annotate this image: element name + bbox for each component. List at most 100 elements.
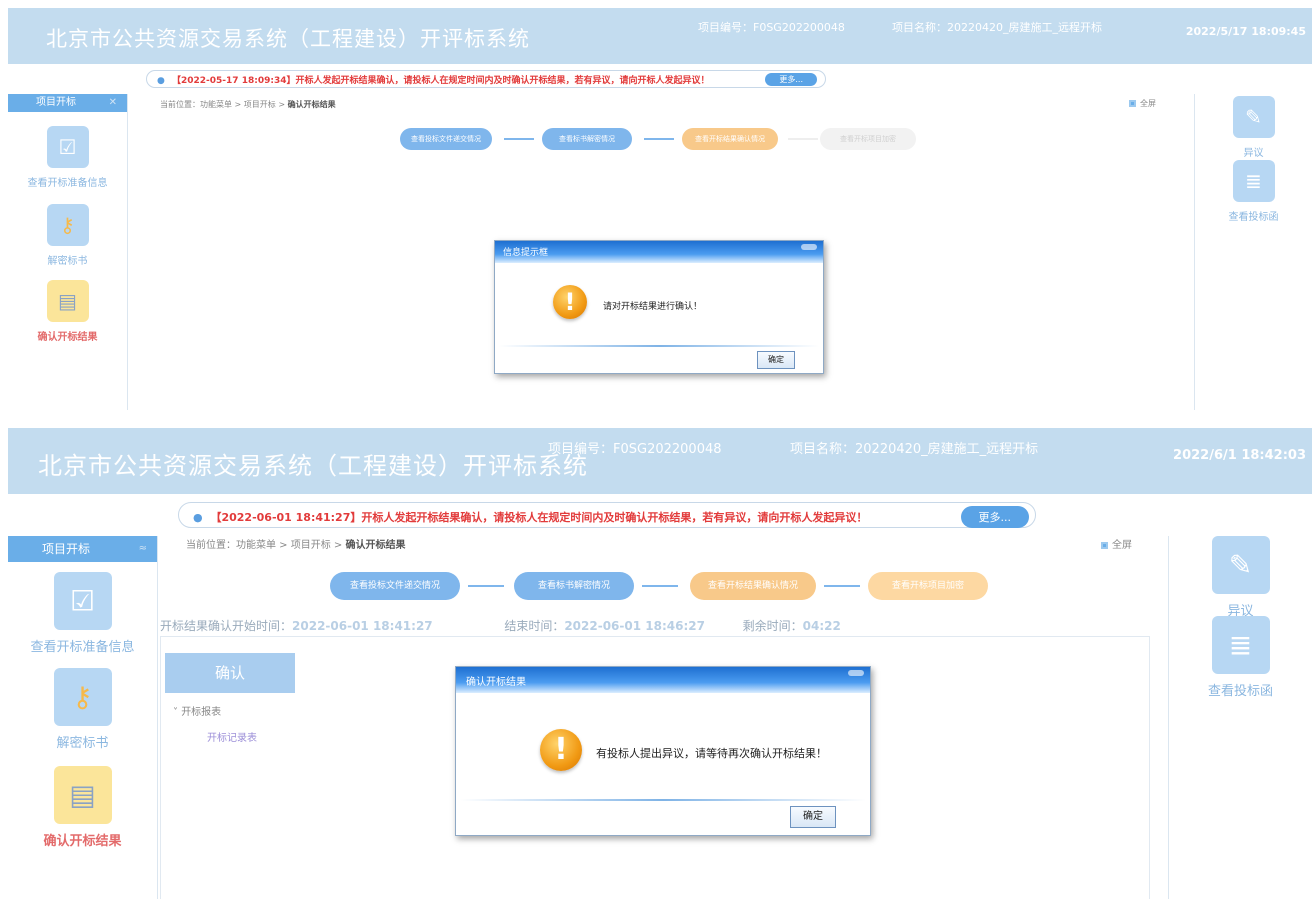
step-confirm[interactable]: 查看开标结果确认情况 (682, 128, 778, 150)
right-nav-objection[interactable]: ✎ 异议 (1195, 96, 1312, 159)
checklist-icon: ☑ (46, 126, 89, 168)
end-value: 2022-06-01 18:46:27 (564, 619, 705, 633)
step-encrypt[interactable]: 查看开标项目加密 (820, 128, 916, 150)
right-nav-label: 异议 (1243, 148, 1264, 159)
nav-item-label: 查看开标准备信息 (27, 178, 108, 189)
ok-button[interactable]: 确定 (790, 806, 836, 828)
step-connector (644, 138, 674, 140)
step-decrypt[interactable]: 查看标书解密情况 (542, 128, 632, 150)
fullscreen-icon (1128, 99, 1137, 108)
nav-item-prepare-info[interactable]: ☑ 查看开标准备信息 (8, 126, 127, 189)
system-title: 北京市公共资源交易系统（工程建设）开评标系统 (46, 27, 530, 51)
step-confirm[interactable]: 查看开标结果确认情况 (690, 572, 816, 600)
nav-item-label: 解密标书 (47, 256, 88, 267)
breadcrumb-current: 确认开标结果 (345, 540, 406, 551)
close-icon[interactable] (801, 244, 817, 250)
step-connector (504, 138, 534, 140)
project-name: 项目名称：20220420_房建施工_远程开标 (892, 21, 1102, 34)
step-encrypt[interactable]: 查看开标项目加密 (868, 572, 988, 600)
dialog-title: 确认开标结果 (456, 667, 870, 693)
clock: 2022/5/17 18:09:45 (1185, 25, 1306, 38)
nav-item-confirm-result[interactable]: ▤ 确认开标结果 (8, 280, 127, 343)
notice-text: 【2022-05-17 18:09:34】开标人发起开标结果确认，请投标人在规定… (172, 76, 710, 86)
step-progress: 查看投标文件递交情况 查看标书解密情况 查看开标结果确认情况 查看开标项目加密 (330, 572, 1030, 600)
right-nav-label: 查看投标函 (1228, 212, 1279, 223)
left-nav: 项目开标 ≈ ☑ 查看开标准备信息 ⚷ 解密标书 ▤ 确认开标结果 (8, 536, 158, 899)
tree-leaf-record[interactable]: 开标记录表 (207, 729, 257, 744)
breadcrumb-path: 当前位置：功能菜单 > 项目开标 > (186, 540, 346, 551)
notice-bar: ● 【2022-05-17 18:09:34】开标人发起开标结果确认，请投标人在… (146, 70, 826, 88)
right-nav: ✎ 异议 ≣ 查看投标函 (1194, 94, 1312, 410)
nav-item-decrypt[interactable]: ⚷ 解密标书 (8, 668, 157, 751)
step-submission[interactable]: 查看投标文件递交情况 (330, 572, 460, 600)
dialog-message: 有投标人提出异议，请等待再次确认开标结果！ (596, 747, 827, 760)
screenshot-2-body: ● 【2022-06-01 18:41:27】开标人发起开标结果确认，请投标人在… (0, 418, 1312, 899)
tree-node-report[interactable]: ˅ 开标报表 (173, 703, 221, 718)
nav-header[interactable]: 项目开标 ≈ (8, 536, 157, 562)
ok-button[interactable]: 确定 (757, 351, 795, 369)
warning-icon: ! (540, 729, 582, 771)
chevron-down-icon: ˅ (173, 707, 182, 718)
fullscreen-button[interactable]: 全屏 (1128, 98, 1156, 109)
step-submission[interactable]: 查看投标文件递交情况 (400, 128, 492, 150)
top-header: 北京市公共资源交易系统（工程建设）开评标系统 项目编号：F0SG20220004… (8, 8, 1312, 64)
nav-header[interactable]: 项目开标 ✕ (8, 94, 127, 112)
nav-item-label: 确认开标结果 (37, 332, 98, 343)
right-nav-bid-letter[interactable]: ≣ 查看投标函 (1169, 616, 1312, 699)
warning-icon: ! (553, 285, 587, 319)
checklist-icon: ☑ (53, 572, 112, 630)
collapse-icon[interactable]: ≈ (139, 536, 147, 562)
step-decrypt[interactable]: 查看标书解密情况 (514, 572, 634, 600)
confirm-dialog: 确认开标结果 ! 有投标人提出异议，请等待再次确认开标结果！ 确定 (455, 666, 871, 836)
dialog-separator (499, 345, 819, 347)
right-nav-objection[interactable]: ✎ 异议 (1169, 536, 1312, 619)
nav-header-label: 项目开标 (42, 542, 91, 556)
right-nav-bid-letter[interactable]: ≣ 查看投标函 (1195, 160, 1312, 223)
nav-item-decrypt[interactable]: ⚷ 解密标书 (8, 204, 127, 267)
nav-item-prepare-info[interactable]: ☑ 查看开标准备信息 (8, 572, 157, 655)
stack-icon: ≣ (1211, 616, 1270, 674)
breadcrumb: 当前位置：功能菜单 > 项目开标 > 确认开标结果 (186, 536, 405, 551)
start-value: 2022-06-01 18:41:27 (292, 619, 433, 633)
breadcrumb-current: 确认开标结果 (287, 100, 336, 109)
step-connector (824, 585, 860, 587)
edit-icon: ✎ (1211, 536, 1270, 594)
bullet-icon: ● (157, 76, 165, 86)
key-icon: ⚷ (46, 204, 89, 246)
collapse-icon[interactable]: ✕ (109, 94, 117, 112)
edit-icon: ✎ (1232, 96, 1275, 138)
step-connector (468, 585, 504, 587)
breadcrumb-path: 当前位置：功能菜单 > 项目开标 > (160, 100, 288, 109)
step-connector (642, 585, 678, 587)
fullscreen-icon (1100, 540, 1109, 550)
info-dialog: 信息提示框 ! 请对开标结果进行确认！ 确定 (494, 240, 824, 374)
more-button[interactable]: 更多... (765, 73, 817, 86)
nav-item-confirm-result[interactable]: ▤ 确认开标结果 (8, 766, 157, 849)
dialog-message: 请对开标结果进行确认！ (603, 302, 703, 312)
bullet-icon: ● (193, 511, 203, 524)
confirm-timebar: 开标结果确认开始时间：2022-06-01 18:41:27 结束时间：2022… (160, 617, 841, 634)
more-button[interactable]: 更多... (960, 506, 1029, 528)
calendar-icon: ▤ (46, 280, 89, 322)
breadcrumb: 当前位置：功能菜单 > 项目开标 > 确认开标结果 (160, 99, 336, 110)
left-nav: 项目开标 ✕ ☑ 查看开标准备信息 ⚷ 解密标书 ▤ 确认开标结果 (8, 94, 128, 410)
dialog-title: 信息提示框 (495, 241, 823, 263)
fullscreen-label: 全屏 (1140, 99, 1156, 108)
remain-label: 剩余时间： (742, 619, 803, 633)
screenshot-1: 北京市公共资源交易系统（工程建设）开评标系统 项目编号：F0SG20220004… (0, 0, 1312, 410)
nav-header-label: 项目开标 (36, 97, 76, 108)
remain-value: 04:22 (802, 619, 841, 633)
project-number: 项目编号：F0SG202200048 (698, 21, 845, 34)
stack-icon: ≣ (1232, 160, 1275, 202)
dialog-separator (460, 799, 866, 801)
notice-bar: ● 【2022-06-01 18:41:27】开标人发起开标结果确认，请投标人在… (178, 502, 1036, 528)
right-nav: ✎ 异议 ≣ 查看投标函 (1168, 536, 1312, 899)
close-icon[interactable] (848, 670, 864, 676)
nav-item-label: 确认开标结果 (43, 834, 122, 849)
nav-item-label: 解密标书 (56, 736, 109, 751)
end-label: 结束时间： (504, 619, 565, 633)
nav-item-label: 查看开标准备信息 (30, 640, 135, 655)
confirm-button[interactable]: 确认 (165, 653, 295, 693)
fullscreen-button[interactable]: 全屏 (1100, 536, 1132, 551)
start-label: 开标结果确认开始时间： (160, 619, 293, 633)
